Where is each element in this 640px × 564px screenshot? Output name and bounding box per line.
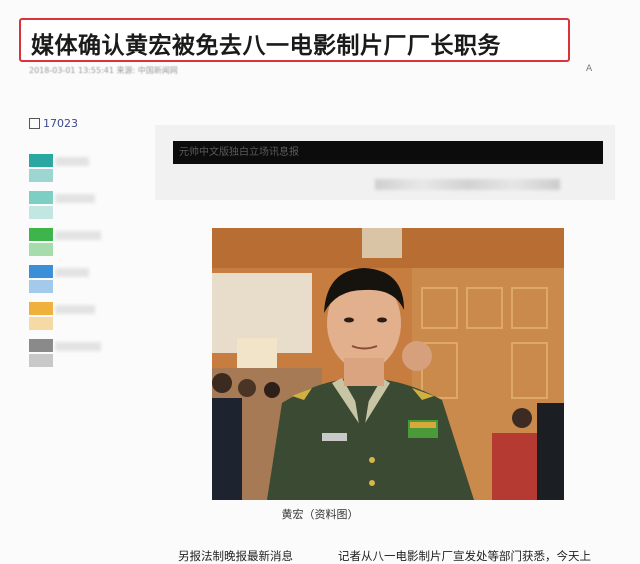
share-button[interactable] bbox=[29, 265, 53, 278]
share-button-alt[interactable] bbox=[29, 317, 53, 330]
share-button[interactable] bbox=[29, 228, 53, 241]
blurred-banner[interactable]: 元帅中文版独白立场讯息报 bbox=[173, 141, 603, 164]
share-button-alt[interactable] bbox=[29, 354, 53, 367]
share-label-blurred bbox=[55, 305, 95, 314]
share-button[interactable] bbox=[29, 302, 53, 315]
headline-box: 媒体确认黄宏被免去八一电影制片厂厂长职务 bbox=[19, 18, 570, 62]
edit-icon bbox=[29, 118, 40, 129]
view-count-value: 17023 bbox=[43, 117, 78, 130]
article-photo bbox=[212, 228, 564, 500]
share-button-alt[interactable] bbox=[29, 280, 53, 293]
share-label-blurred bbox=[55, 268, 89, 277]
article-headline: 媒体确认黄宏被免去八一电影制片厂厂长职务 bbox=[31, 33, 501, 59]
footer-right-text: 记者从八一电影制片厂宣发处等部门获悉，今天上 bbox=[338, 549, 591, 563]
font-size-toggle[interactable]: A bbox=[586, 64, 592, 74]
share-button[interactable] bbox=[29, 339, 53, 352]
share-label-blurred bbox=[55, 157, 89, 166]
share-label-blurred bbox=[55, 342, 101, 351]
officer-photo-illustration bbox=[212, 228, 564, 500]
view-count: 17023 bbox=[29, 117, 78, 130]
share-button-alt[interactable] bbox=[29, 243, 53, 256]
share-button[interactable] bbox=[29, 191, 53, 204]
share-button[interactable] bbox=[29, 154, 53, 167]
photo-caption: 黄宏（资料图） bbox=[281, 508, 359, 521]
blurred-meta-strip bbox=[375, 179, 560, 190]
share-button-alt[interactable] bbox=[29, 169, 53, 182]
footer-left-text: 另报法制晚报最新消息 bbox=[178, 549, 293, 563]
article-meta: 2018-03-01 13:55:41 来源: 中国新闻网 bbox=[29, 66, 178, 75]
share-button-alt[interactable] bbox=[29, 206, 53, 219]
share-label-blurred bbox=[55, 231, 101, 240]
share-label-blurred bbox=[55, 194, 95, 203]
